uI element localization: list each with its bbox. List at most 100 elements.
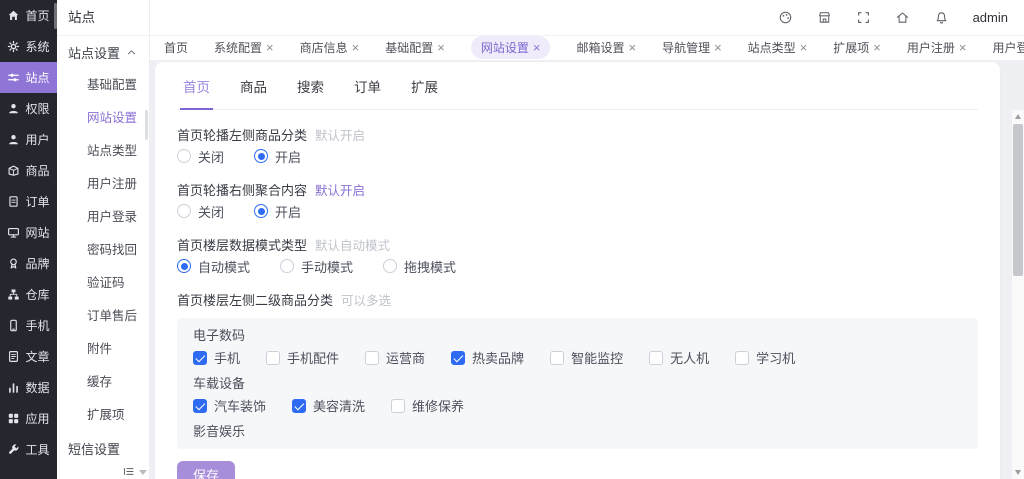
menu-fold-icon[interactable] xyxy=(122,465,135,479)
sidebar-item-站点[interactable]: 站点 xyxy=(0,62,57,93)
checkbox-unchecked[interactable] xyxy=(391,398,406,413)
submenu-group-短信设置[interactable]: 短信设置 xyxy=(57,432,149,465)
admin-user-menu[interactable]: admin xyxy=(973,10,1008,25)
sidebar-item-文章[interactable]: 文章 xyxy=(0,341,57,372)
open-tab-用户注册[interactable]: 用户注册 × xyxy=(907,39,967,56)
palette-icon[interactable] xyxy=(778,10,793,25)
submenu-item-网站设置[interactable]: 网站设置 xyxy=(57,102,149,135)
checkbox-checked[interactable] xyxy=(193,350,207,365)
close-tab-icon[interactable]: × xyxy=(352,41,360,54)
save-button[interactable]: 保存 xyxy=(177,461,235,479)
submenu-item-用户登录[interactable]: 用户登录 xyxy=(57,201,149,234)
checkbox-option-维修保养[interactable]: 维修保养 xyxy=(391,396,464,415)
radio-option-拖拽模式[interactable]: 拖拽模式 xyxy=(383,257,456,276)
shop-icon[interactable] xyxy=(817,10,832,25)
sidebar-item-订单[interactable]: 订单 xyxy=(0,186,57,217)
sidebar-item-首页[interactable]: 首页 xyxy=(0,0,57,31)
scroll-up-arrow[interactable] xyxy=(1015,114,1021,119)
settings-tab-扩展[interactable]: 扩展 xyxy=(408,76,441,109)
checkbox-option-热卖品牌[interactable]: 热卖品牌 xyxy=(451,348,524,367)
close-tab-icon[interactable]: × xyxy=(714,41,722,54)
open-tab-用户登录[interactable]: 用户登录× xyxy=(993,39,1024,56)
close-tab-icon[interactable]: × xyxy=(437,41,445,54)
radio-checked[interactable] xyxy=(254,149,269,163)
close-tab-icon[interactable]: × xyxy=(266,41,274,54)
submenu-item-验证码[interactable]: 验证码 xyxy=(57,267,149,300)
checkbox-checked[interactable] xyxy=(193,398,207,413)
radio-checked[interactable] xyxy=(254,204,269,218)
open-tab-系统配置[interactable]: 系统配置 × xyxy=(214,39,274,56)
radio-unchecked[interactable] xyxy=(177,204,191,218)
close-tab-icon[interactable]: × xyxy=(533,41,541,54)
sidebar-item-系统[interactable]: 系统 xyxy=(0,31,57,62)
checkbox-option-运营商[interactable]: 运营商 xyxy=(365,348,425,367)
submenu-item-站点类型[interactable]: 站点类型 xyxy=(57,135,149,168)
checkbox-unchecked[interactable] xyxy=(735,350,750,365)
sidebar-item-商品[interactable]: 商品 xyxy=(0,155,57,186)
checkbox-checked[interactable] xyxy=(451,350,466,365)
open-tab-首页[interactable]: 首页 xyxy=(164,39,188,56)
checkbox-option-手机配件[interactable]: 手机配件 xyxy=(266,348,339,367)
submenu-item-订单售后[interactable]: 订单售后 xyxy=(57,300,149,333)
settings-tab-首页[interactable]: 首页 xyxy=(180,76,213,110)
radio-option-开启[interactable]: 开启 xyxy=(254,147,301,166)
sidebar-item-应用[interactable]: 应用 xyxy=(0,403,57,434)
submenu-item-密码找回[interactable]: 密码找回 xyxy=(57,234,149,267)
open-tab-网站设置[interactable]: 网站设置 × xyxy=(470,35,551,59)
sidebar-item-仓库[interactable]: 仓库 xyxy=(0,279,57,310)
settings-tab-商品[interactable]: 商品 xyxy=(237,76,270,109)
checkbox-option-智能监控[interactable]: 智能监控 xyxy=(550,348,623,367)
checkbox-unchecked[interactable] xyxy=(365,350,380,365)
bell-icon[interactable] xyxy=(934,10,949,25)
fullscreen-icon[interactable] xyxy=(856,10,871,25)
sidebar-item-权限[interactable]: 权限 xyxy=(0,93,57,124)
submenu-item-附件[interactable]: 附件 xyxy=(57,333,149,366)
submenu-item-用户注册[interactable]: 用户注册 xyxy=(57,168,149,201)
sidebar-item-数据[interactable]: 数据 xyxy=(0,372,57,403)
checkbox-option-手机[interactable]: 手机 xyxy=(193,348,240,367)
radio-option-手动模式[interactable]: 手动模式 xyxy=(280,257,353,276)
open-tab-商店信息[interactable]: 商店信息 × xyxy=(300,39,360,56)
submenu-group-站点设置[interactable]: 站点设置 xyxy=(57,36,149,69)
radio-option-开启[interactable]: 开启 xyxy=(254,202,301,221)
radio-unchecked[interactable] xyxy=(280,259,295,273)
scrollbar-thumb[interactable] xyxy=(1013,124,1023,276)
open-tab-基础配置[interactable]: 基础配置 × xyxy=(385,39,445,56)
checkbox-option-美容清洗[interactable]: 美容清洗 xyxy=(292,396,365,415)
home-outline-icon[interactable] xyxy=(895,10,910,25)
checkbox-option-无人机[interactable]: 无人机 xyxy=(649,348,709,367)
close-tab-icon[interactable]: × xyxy=(959,41,967,54)
open-tab-扩展项[interactable]: 扩展项 × xyxy=(833,39,881,56)
sidebar-item-网站[interactable]: 网站 xyxy=(0,217,57,248)
settings-tab-订单[interactable]: 订单 xyxy=(351,76,384,109)
submenu-item-基础配置[interactable]: 基础配置 xyxy=(57,69,149,102)
submenu-scroll-down-arrow[interactable] xyxy=(139,470,147,475)
radio-option-关闭[interactable]: 关闭 xyxy=(177,202,224,221)
radio-option-自动模式[interactable]: 自动模式 xyxy=(177,257,250,276)
submenu-item-缓存[interactable]: 缓存 xyxy=(57,366,149,399)
radio-checked[interactable] xyxy=(177,259,191,273)
radio-option-关闭[interactable]: 关闭 xyxy=(177,147,224,166)
scroll-down-arrow[interactable] xyxy=(1015,470,1021,475)
close-tab-icon[interactable]: × xyxy=(628,41,636,54)
settings-tab-搜索[interactable]: 搜索 xyxy=(294,76,327,109)
open-tab-邮箱设置[interactable]: 邮箱设置 × xyxy=(576,39,636,56)
sidebar-item-品牌[interactable]: 品牌 xyxy=(0,248,57,279)
sidebar-item-工具[interactable]: 工具 xyxy=(0,434,57,465)
sidebar-item-手机[interactable]: 手机 xyxy=(0,310,57,341)
submenu-scrollbar[interactable] xyxy=(145,110,148,140)
checkbox-unchecked[interactable] xyxy=(266,350,281,365)
submenu-item-扩展项[interactable]: 扩展项 xyxy=(57,399,149,432)
content-scrollbar[interactable] xyxy=(1011,110,1024,479)
checkbox-checked[interactable] xyxy=(292,398,307,413)
radio-unchecked[interactable] xyxy=(177,149,191,163)
close-tab-icon[interactable]: × xyxy=(800,41,808,54)
checkbox-unchecked[interactable] xyxy=(550,350,565,365)
open-tab-导航管理[interactable]: 导航管理 × xyxy=(662,39,722,56)
sidebar-item-用户[interactable]: 用户 xyxy=(0,124,57,155)
checkbox-option-汽车装饰[interactable]: 汽车装饰 xyxy=(193,396,266,415)
checkbox-option-学习机[interactable]: 学习机 xyxy=(735,348,795,367)
radio-unchecked[interactable] xyxy=(383,259,398,273)
open-tab-站点类型[interactable]: 站点类型 × xyxy=(748,39,808,56)
checkbox-unchecked[interactable] xyxy=(649,350,664,365)
